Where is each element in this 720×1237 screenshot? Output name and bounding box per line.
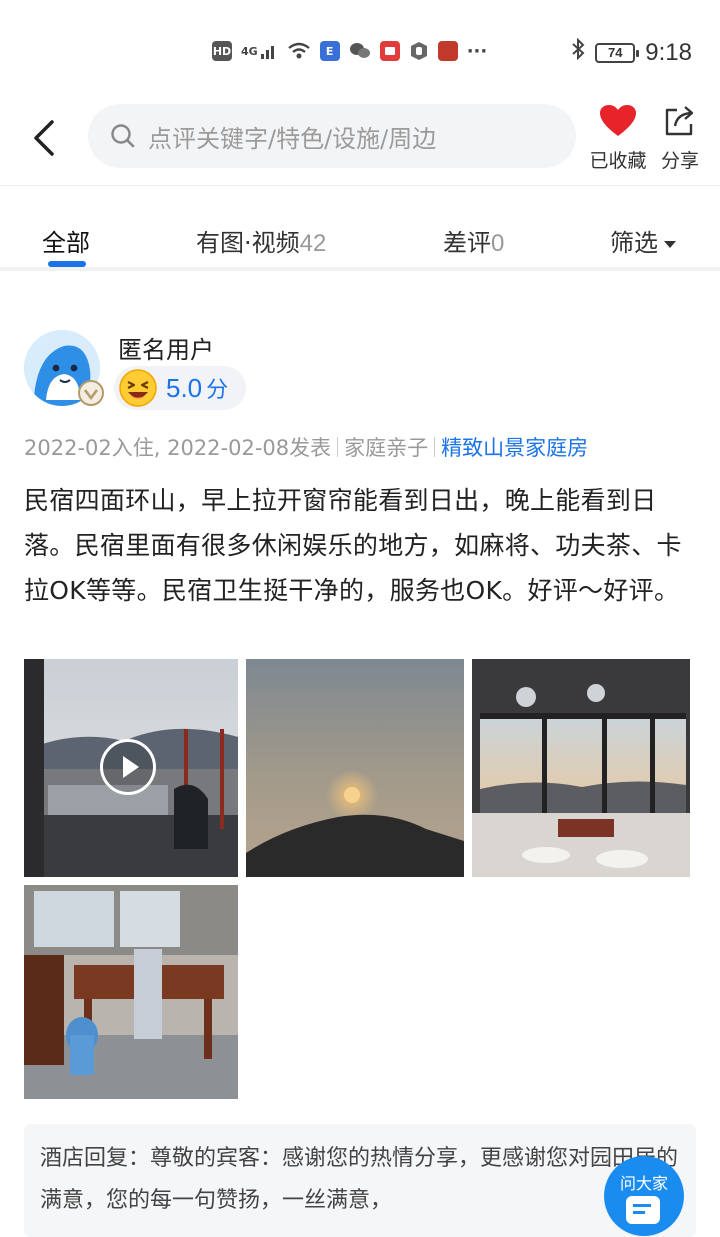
wifi-icon <box>287 40 311 62</box>
back-button[interactable] <box>30 118 60 158</box>
room-type-link[interactable]: 精致山景家庭房 <box>441 432 588 462</box>
photo-sunset[interactable] <box>246 659 464 877</box>
share-icon <box>665 106 694 136</box>
member-badge-icon <box>78 380 104 406</box>
tab-all-label: 全部 <box>42 229 90 257</box>
tab-photo-video[interactable]: 有图·视频42 <box>196 223 326 258</box>
ask-everyone-button[interactable]: 问大家 <box>604 1156 684 1236</box>
favorite-label: 已收藏 <box>589 150 647 172</box>
rating-unit: 分 <box>206 378 229 403</box>
play-icon[interactable] <box>100 739 156 795</box>
status-bar: HD 4G E ··· 74 9:18 <box>0 0 720 100</box>
app-red-icon <box>379 41 400 61</box>
chat-icon <box>626 1196 660 1224</box>
app-e-icon: E <box>319 41 340 61</box>
network-type: 4G <box>241 44 258 58</box>
divider <box>434 437 436 457</box>
bluetooth-icon <box>571 37 585 67</box>
laughing-face-icon <box>119 369 157 407</box>
tab-photo-video-label: 有图·视频 <box>196 229 300 257</box>
review-tabs: 全部 有图·视频42 差评0 筛选 <box>0 187 720 271</box>
top-nav-bar: 点评关键字/特色/设施/周边 已收藏 分享 <box>0 100 720 186</box>
tab-negative[interactable]: 差评0 <box>443 223 504 258</box>
sunset-image <box>246 659 464 877</box>
battery-icon: 74 <box>595 42 640 63</box>
wechat-icon <box>349 40 371 62</box>
share-label: 分享 <box>660 150 699 172</box>
checkin-date: 2022-02入住, 2022-02-08发表 <box>24 436 332 460</box>
ask-everyone-label: 问大家 <box>619 1174 668 1193</box>
tab-active-indicator <box>48 261 86 267</box>
search-icon <box>111 124 135 148</box>
status-icons-left: HD 4G E ··· <box>212 40 487 62</box>
tab-all[interactable]: 全部 <box>42 223 90 258</box>
rating-score: 5.0 <box>166 372 203 403</box>
tea-room-image <box>24 885 238 1099</box>
heart-icon <box>600 105 636 136</box>
photo-sunroom[interactable] <box>472 659 690 877</box>
review-body: 民宿四面环山，早上拉开窗帘能看到日出，晚上能看到日落。民宿里面有很多休闲娱乐的地… <box>24 486 682 605</box>
hotel-reply[interactable]: 酒店回复：尊敬的宾客：感谢您的热情分享，更感谢您对园田居的满意，您的每一句赞扬，… <box>24 1124 696 1237</box>
review-meta: 2022-02入住, 2022-02-08发表 家庭亲子 精致山景家庭房 <box>24 432 588 462</box>
search-input[interactable]: 点评关键字/特色/设施/周边 <box>88 104 576 168</box>
more-dots-icon: ··· <box>466 40 488 62</box>
caret-down-icon <box>664 240 676 248</box>
share-button[interactable]: 分享 <box>656 104 704 173</box>
chevron-left-icon <box>34 120 54 156</box>
tab-negative-count: 0 <box>491 230 505 257</box>
tab-filter[interactable]: 筛选 <box>610 223 676 258</box>
photo-balcony-video[interactable] <box>24 659 238 877</box>
tab-photo-video-count: 42 <box>299 230 327 257</box>
divider <box>337 437 339 457</box>
tab-negative-label: 差评 <box>443 229 491 257</box>
photo-tea-room[interactable] <box>24 885 238 1099</box>
app-hand-icon <box>409 40 429 62</box>
search-placeholder: 点评关键字/特色/设施/周边 <box>148 124 437 153</box>
favorite-button[interactable]: 已收藏 <box>586 104 650 173</box>
clock: 9:18 <box>645 38 692 66</box>
hd-icon: HD <box>212 41 232 61</box>
app-game-icon <box>437 41 458 61</box>
trip-type: 家庭亲子 <box>344 436 429 460</box>
4g-signal-icon: 4G <box>241 40 278 62</box>
status-icons-right: 74 9:18 <box>571 37 692 67</box>
rating-badge: 5.0 分 <box>114 366 247 410</box>
reviewer-name[interactable]: 匿名用户 <box>118 330 214 365</box>
tab-filter-label: 筛选 <box>610 229 658 257</box>
sunroom-image <box>472 659 690 877</box>
